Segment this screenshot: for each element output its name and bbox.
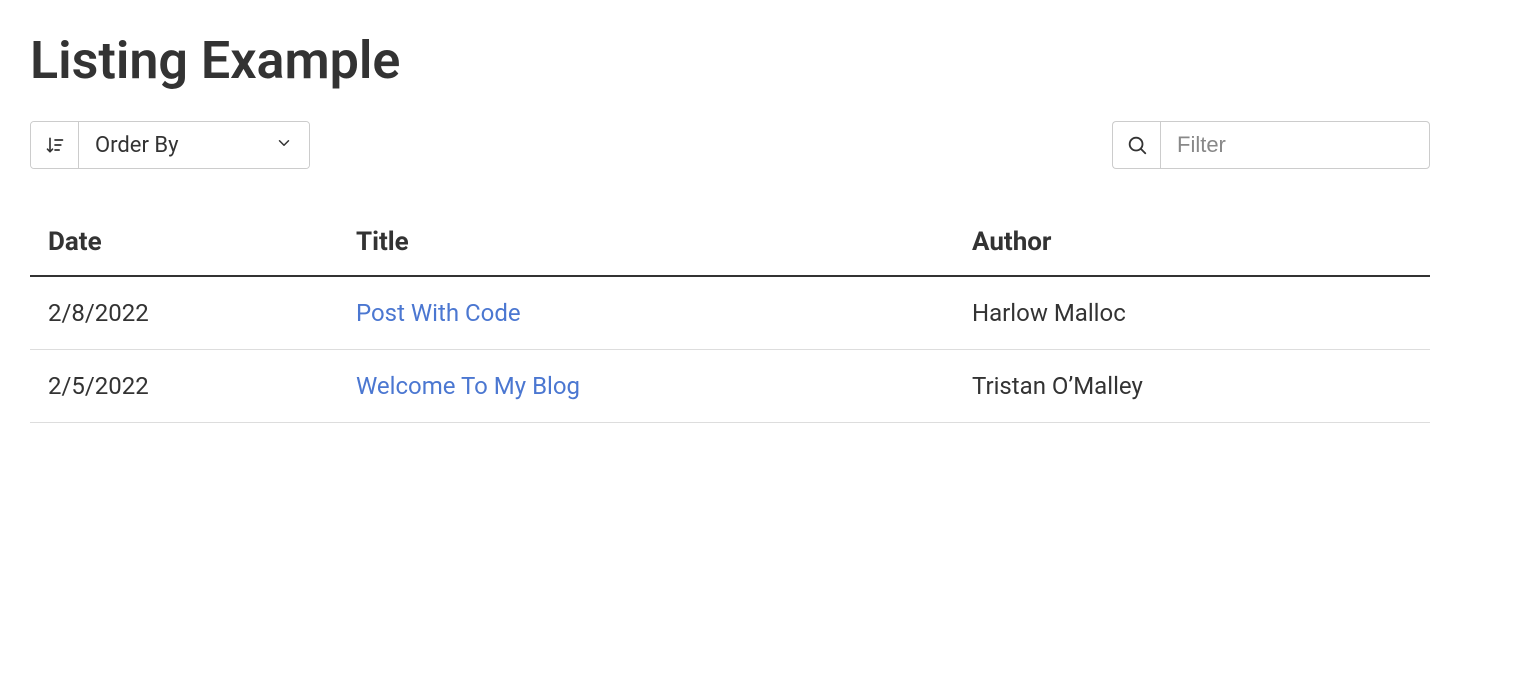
listing-table: Date Title Author 2/8/2022 Post With Cod…	[30, 209, 1430, 423]
order-by-label: Order By	[95, 133, 179, 158]
table-row: 2/5/2022 Welcome To My Blog Tristan O’Ma…	[30, 350, 1430, 423]
search-icon	[1112, 121, 1160, 169]
cell-date: 2/8/2022	[30, 276, 338, 350]
cell-title: Post With Code	[338, 276, 954, 350]
cell-title: Welcome To My Blog	[338, 350, 954, 423]
table-row: 2/8/2022 Post With Code Harlow Malloc	[30, 276, 1430, 350]
toolbar: Order By	[30, 121, 1430, 169]
post-link[interactable]: Welcome To My Blog	[356, 372, 580, 400]
filter-group	[1112, 121, 1430, 169]
header-title[interactable]: Title	[338, 209, 954, 276]
page-title: Listing Example	[30, 30, 1430, 91]
header-author[interactable]: Author	[954, 209, 1430, 276]
table-header-row: Date Title Author	[30, 209, 1430, 276]
cell-author: Tristan O’Malley	[954, 350, 1430, 423]
cell-author: Harlow Malloc	[954, 276, 1430, 350]
chevron-down-icon	[275, 133, 293, 158]
sort-icon[interactable]	[31, 122, 79, 168]
order-by-group: Order By	[30, 121, 310, 169]
order-by-select[interactable]: Order By	[79, 122, 309, 168]
filter-input[interactable]	[1160, 121, 1430, 169]
header-date[interactable]: Date	[30, 209, 338, 276]
cell-date: 2/5/2022	[30, 350, 338, 423]
post-link[interactable]: Post With Code	[356, 299, 521, 327]
